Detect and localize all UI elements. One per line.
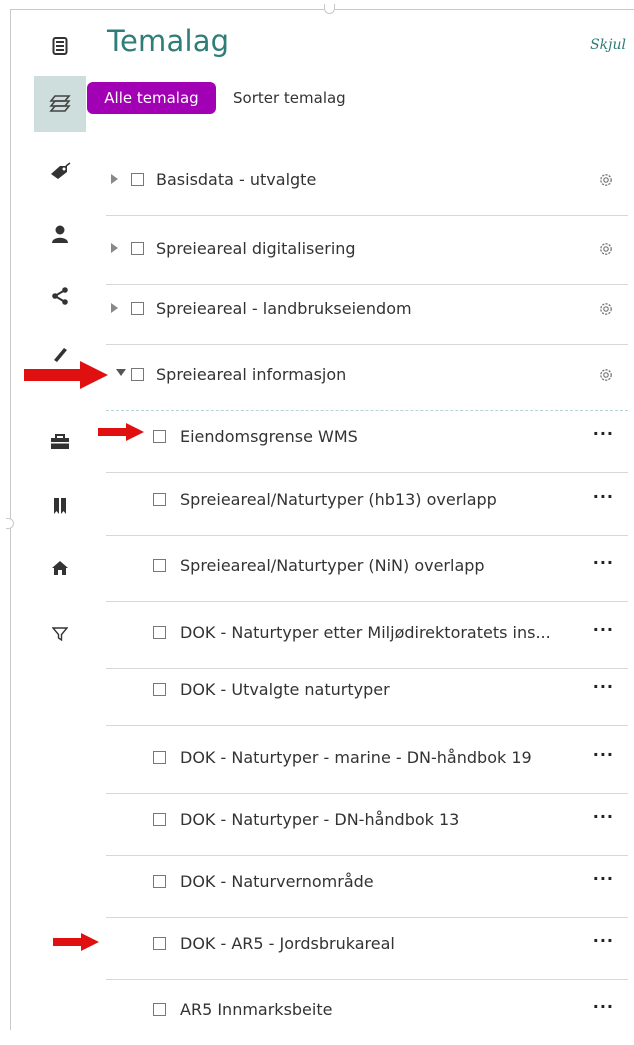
filter-icon bbox=[52, 627, 68, 642]
annotation-arrow-icon bbox=[53, 933, 99, 951]
layer-checkbox[interactable] bbox=[153, 559, 166, 572]
sidebar-item-toolbox[interactable] bbox=[34, 414, 86, 470]
more-options-icon[interactable]: ··· bbox=[593, 555, 614, 571]
panel-resize-handle[interactable] bbox=[6, 518, 14, 529]
annotation-arrow-icon bbox=[98, 423, 144, 441]
more-options-icon[interactable]: ··· bbox=[593, 679, 614, 695]
layer-item-label: DOK - AR5 - Jordsbrukareal bbox=[180, 934, 395, 953]
layer-item-row[interactable]: DOK - Naturtyper - marine - DN-håndbok 1… bbox=[106, 724, 628, 794]
toolbox-icon bbox=[51, 434, 69, 449]
layer-checkbox[interactable] bbox=[153, 1003, 166, 1016]
layer-checkbox[interactable] bbox=[131, 368, 144, 381]
more-options-icon[interactable]: ··· bbox=[593, 426, 614, 442]
expand-arrow-icon[interactable] bbox=[111, 243, 118, 253]
layer-group-row[interactable]: Spreieareal - landbrukseiendom bbox=[106, 275, 628, 345]
more-options-icon[interactable]: ··· bbox=[593, 871, 614, 887]
layer-item-row[interactable]: Spreieareal/Naturtyper (hb13) overlapp ·… bbox=[106, 466, 628, 536]
gear-icon[interactable] bbox=[598, 367, 614, 387]
more-options-icon[interactable]: ··· bbox=[593, 489, 614, 505]
layer-checkbox[interactable] bbox=[153, 751, 166, 764]
layer-checkbox[interactable] bbox=[153, 937, 166, 950]
layer-item-row[interactable]: Spreieareal/Naturtyper (NiN) overlapp ··… bbox=[106, 532, 628, 602]
expand-arrow-icon[interactable] bbox=[111, 303, 118, 313]
layer-checkbox[interactable] bbox=[131, 242, 144, 255]
annotation-arrow-icon bbox=[24, 361, 108, 389]
sidebar-item-filter[interactable] bbox=[34, 606, 86, 662]
more-options-icon[interactable]: ··· bbox=[593, 933, 614, 949]
gear-icon[interactable] bbox=[598, 172, 614, 192]
share-icon bbox=[52, 287, 68, 305]
panel-title: Temalag bbox=[107, 24, 230, 58]
layer-item-label: DOK - Naturtyper - DN-håndbok 13 bbox=[180, 810, 460, 829]
layer-item-row[interactable]: DOK - Utvalgte naturtyper ··· bbox=[106, 656, 628, 726]
layer-item-label: AR5 Innmarksbeite bbox=[180, 1000, 333, 1019]
panel-top-handle[interactable] bbox=[324, 4, 335, 14]
more-options-icon[interactable]: ··· bbox=[593, 622, 614, 638]
layer-group-row[interactable]: Spreieareal informasjon bbox=[106, 341, 628, 411]
layer-item-row[interactable]: Eiendomsgrense WMS ··· bbox=[106, 403, 628, 473]
layer-group-row[interactable]: Basisdata - utvalgte bbox=[106, 146, 628, 216]
layer-group-label: Basisdata - utvalgte bbox=[156, 170, 317, 189]
layer-item-label: DOK - Naturtyper etter Miljødirektoratet… bbox=[180, 623, 551, 642]
layer-item-label: DOK - Naturvernområde bbox=[180, 872, 374, 891]
hide-panel-link[interactable]: Skjul bbox=[590, 37, 626, 53]
layer-group-label: Spreieareal - landbrukseiendom bbox=[156, 299, 412, 318]
sidebar-item-share[interactable] bbox=[34, 268, 86, 324]
sidebar-item-document[interactable] bbox=[34, 18, 86, 74]
layer-item-label: DOK - Naturtyper - marine - DN-håndbok 1… bbox=[180, 748, 532, 767]
expand-arrow-icon[interactable] bbox=[111, 174, 118, 184]
gear-icon[interactable] bbox=[598, 241, 614, 261]
more-options-icon[interactable]: ··· bbox=[593, 809, 614, 825]
layer-group-label: Spreieareal digitalisering bbox=[156, 239, 356, 258]
layer-checkbox[interactable] bbox=[153, 430, 166, 443]
layer-checkbox[interactable] bbox=[153, 493, 166, 506]
layer-item-row[interactable]: DOK - Naturtyper - DN-håndbok 13 ··· bbox=[106, 786, 628, 856]
document-icon bbox=[52, 37, 68, 55]
layer-checkbox[interactable] bbox=[131, 173, 144, 186]
more-options-icon[interactable]: ··· bbox=[593, 999, 614, 1015]
layer-item-row[interactable]: DOK - Naturvernområde ··· bbox=[106, 848, 628, 918]
sidebar-item-tag[interactable] bbox=[34, 143, 86, 199]
panel-top-border bbox=[10, 9, 634, 10]
sidebar-item-person[interactable] bbox=[34, 206, 86, 262]
layer-item-row[interactable]: DOK - AR5 - Jordsbrukareal ··· bbox=[106, 910, 628, 980]
layer-item-row[interactable]: AR5 Innmarksbeite ··· bbox=[106, 976, 628, 1045]
layer-checkbox[interactable] bbox=[153, 683, 166, 696]
collapse-arrow-icon[interactable] bbox=[116, 369, 126, 376]
layer-checkbox[interactable] bbox=[153, 813, 166, 826]
layer-checkbox[interactable] bbox=[153, 626, 166, 639]
home-icon bbox=[52, 561, 68, 575]
layer-item-label: DOK - Utvalgte naturtyper bbox=[180, 680, 390, 699]
layer-item-label: Eiendomsgrense WMS bbox=[180, 427, 358, 446]
layers-icon bbox=[49, 95, 71, 112]
layer-item-label: Spreieareal/Naturtyper (hb13) overlapp bbox=[180, 490, 497, 509]
sidebar-item-home[interactable] bbox=[34, 540, 86, 596]
sidebar-item-bookmark[interactable] bbox=[34, 478, 86, 534]
layer-item-label: Spreieareal/Naturtyper (NiN) overlapp bbox=[180, 556, 485, 575]
gear-icon[interactable] bbox=[598, 301, 614, 321]
bookmark-icon bbox=[54, 498, 66, 514]
tag-icon bbox=[51, 162, 71, 179]
more-options-icon[interactable]: ··· bbox=[593, 747, 614, 763]
layer-checkbox[interactable] bbox=[131, 302, 144, 315]
sidebar-item-layers[interactable] bbox=[34, 76, 86, 132]
layer-checkbox[interactable] bbox=[153, 875, 166, 888]
tab-sort-layers[interactable]: Sorter temalag bbox=[233, 82, 346, 114]
person-icon bbox=[52, 225, 68, 243]
layer-group-label: Spreieareal informasjon bbox=[156, 365, 347, 384]
tab-all-layers[interactable]: Alle temalag bbox=[87, 82, 216, 114]
